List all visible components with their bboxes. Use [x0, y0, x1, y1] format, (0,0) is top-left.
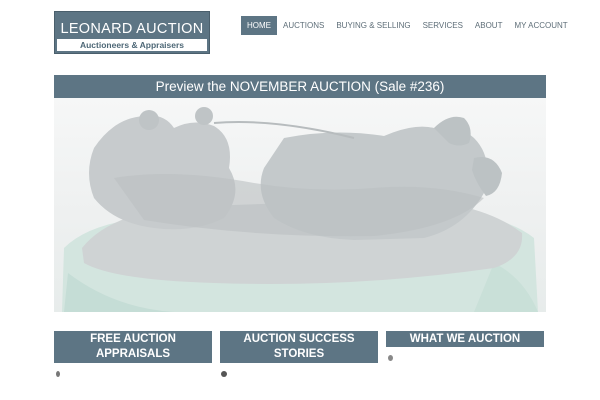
main-nav: HOME AUCTIONS BUYING & SELLING SERVICES … [241, 16, 574, 35]
what-we-auction-box[interactable]: WHAT WE AUCTION [386, 331, 544, 347]
nav-my-account[interactable]: MY ACCOUNT [508, 16, 573, 35]
nav-home[interactable]: HOME [241, 16, 277, 35]
appraisals-thumbnail-icon[interactable] [56, 371, 60, 377]
free-appraisals-box[interactable]: FREE AUCTION APPRAISALS [54, 331, 212, 363]
success-stories-thumbnail-icon[interactable] [221, 371, 227, 377]
nav-auctions[interactable]: AUCTIONS [277, 16, 330, 35]
site-logo[interactable]: LEONARD AUCTION Auctioneers & Appraisers [54, 11, 210, 54]
what-we-auction-thumbnail-icon[interactable] [388, 355, 393, 361]
bronze-sculpture-image [62, 107, 538, 312]
nav-services[interactable]: SERVICES [417, 16, 469, 35]
auction-preview-banner[interactable]: Preview the NOVEMBER AUCTION (Sale #236) [54, 75, 546, 98]
success-stories-box[interactable]: AUCTION SUCCESS STORIES [220, 331, 378, 363]
nav-buying-selling[interactable]: BUYING & SELLING [330, 16, 416, 35]
logo-title: LEONARD AUCTION [60, 21, 204, 37]
logo-subtitle: Auctioneers & Appraisers [57, 39, 207, 51]
hero-image[interactable] [54, 98, 546, 312]
nav-about[interactable]: ABOUT [469, 16, 509, 35]
